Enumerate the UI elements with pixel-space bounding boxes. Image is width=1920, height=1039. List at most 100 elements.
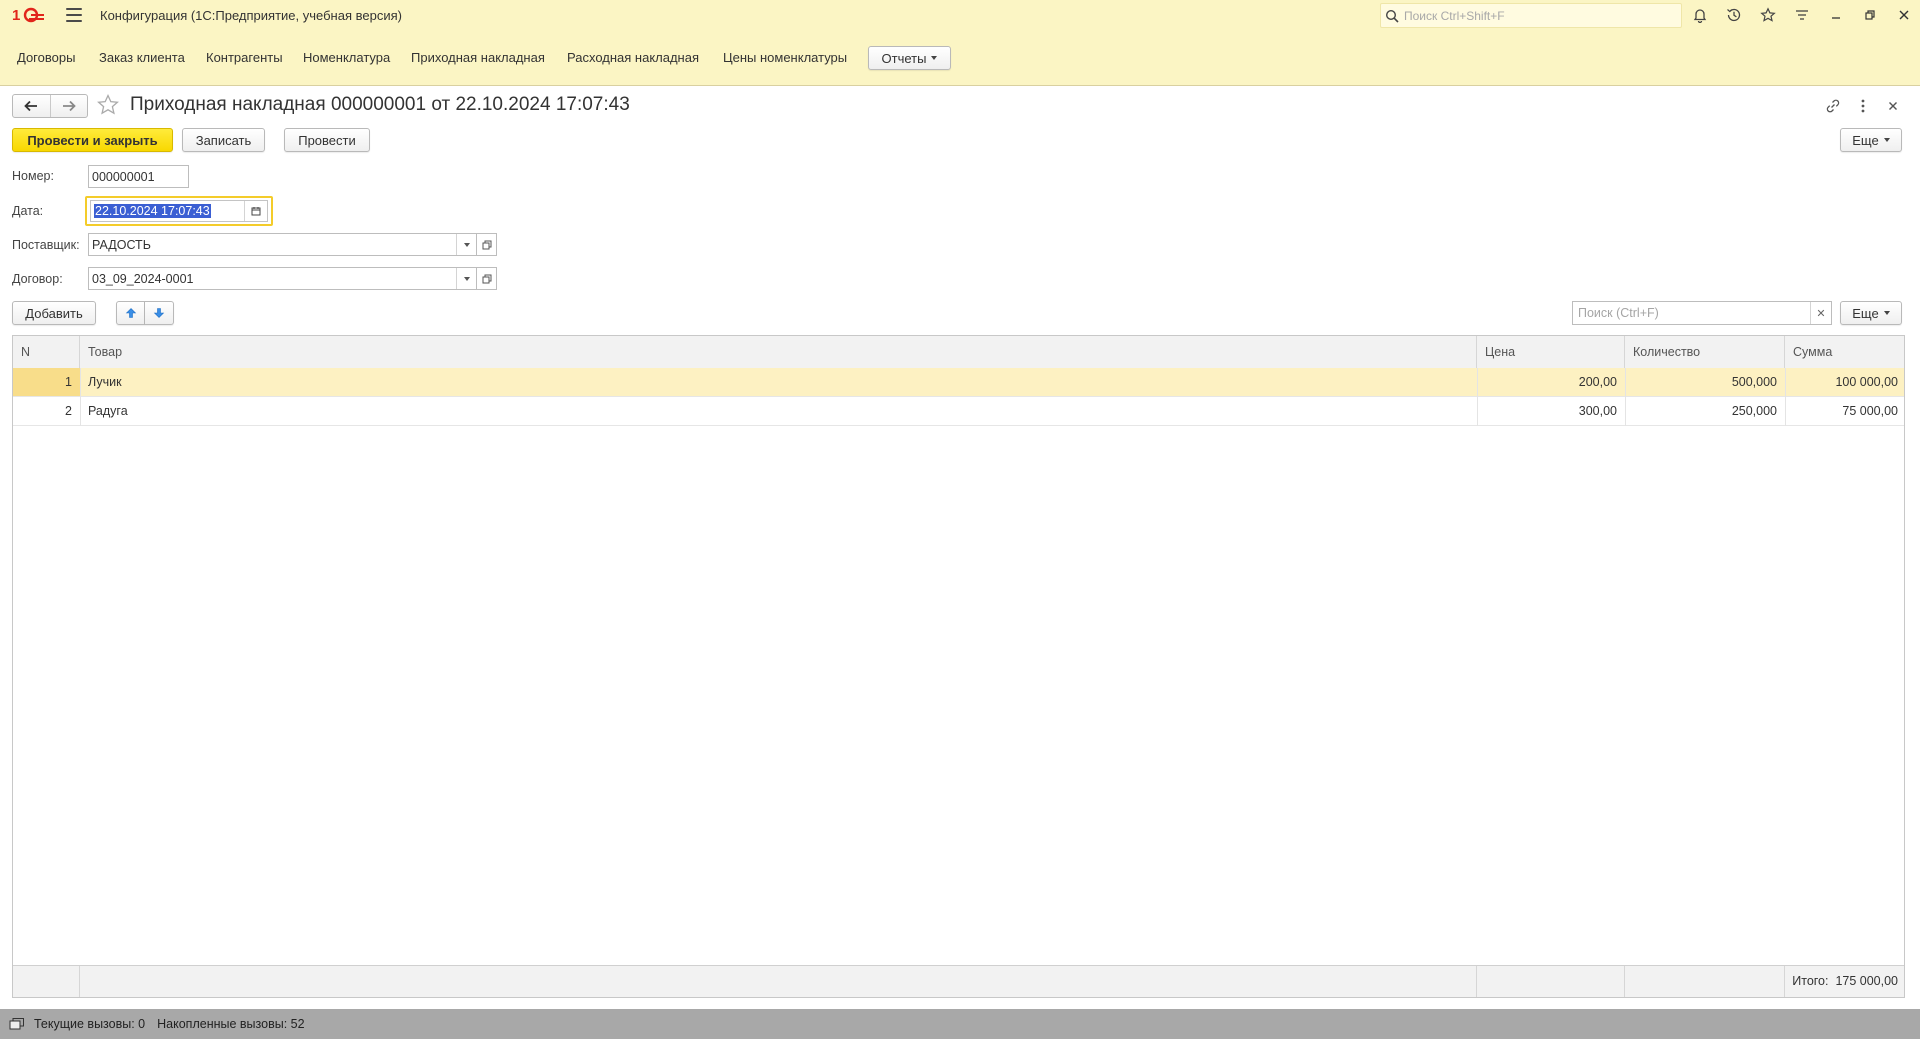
close-form-icon[interactable]: [1884, 97, 1902, 115]
column-header-sum[interactable]: Сумма: [1785, 336, 1904, 368]
minimize-icon[interactable]: [1827, 6, 1845, 24]
row-sum[interactable]: 100 000,00: [1785, 368, 1904, 396]
global-search-input[interactable]: [1402, 7, 1676, 24]
footer-cell: [1625, 966, 1785, 997]
date-label: Дата:: [12, 204, 44, 218]
row-price[interactable]: 200,00: [1477, 368, 1625, 396]
move-down-arrow-icon[interactable]: [145, 301, 174, 325]
goods-table[interactable]: N Товар Цена Количество Сумма 1 Лучик 20…: [12, 335, 1905, 998]
1c-logo[interactable]: 1: [12, 5, 46, 25]
supplier-field[interactable]: РАДОСТЬ: [88, 233, 477, 256]
table-row[interactable]: 2 Радуга 300,00 250,000 75 000,00: [13, 397, 1904, 426]
section-nomenclature-prices[interactable]: Цены номенклатуры: [723, 50, 847, 65]
reports-label: Отчеты: [881, 50, 927, 66]
footer-cell: [1477, 966, 1625, 997]
global-search-box[interactable]: [1380, 3, 1682, 28]
chevron-down-icon: [1883, 311, 1890, 315]
supplier-value: РАДОСТЬ: [92, 237, 151, 252]
current-calls-text: Текущие вызовы: 0: [34, 1017, 146, 1031]
form-more-button[interactable]: Еще: [1840, 128, 1902, 152]
post-and-close-button[interactable]: Провести и закрыть: [12, 128, 173, 152]
column-header-item[interactable]: Товар: [80, 336, 1477, 368]
column-divider: [80, 368, 81, 426]
column-divider: [1625, 368, 1626, 426]
clear-search-icon[interactable]: ✕: [1810, 302, 1831, 324]
contract-label: Договор:: [12, 272, 63, 286]
chevron-down-icon: [931, 56, 938, 60]
search-icon: [1385, 9, 1399, 23]
chevron-down-icon: [1883, 138, 1890, 142]
row-price[interactable]: 300,00: [1477, 397, 1625, 425]
notifications-bell-icon[interactable]: [1691, 6, 1709, 24]
save-button[interactable]: Записать: [182, 128, 265, 152]
row-number: 1: [13, 368, 80, 396]
navigation-buttons: [12, 94, 88, 118]
windows-icon[interactable]: [8, 1015, 26, 1033]
table-more-button[interactable]: Еще: [1840, 301, 1902, 325]
section-client-order[interactable]: Заказ клиента: [99, 50, 185, 65]
footer-cell: [80, 966, 1477, 997]
back-arrow-icon[interactable]: [13, 95, 50, 117]
reports-dropdown-button[interactable]: Отчеты: [868, 46, 951, 70]
column-divider: [1477, 368, 1478, 426]
footer-total: Итого: 175 000,00: [1785, 966, 1904, 997]
main-menu-icon[interactable]: [66, 8, 82, 22]
history-icon[interactable]: [1725, 6, 1743, 24]
contract-value: 03_09_2024-0001: [92, 271, 194, 286]
column-header-n[interactable]: N: [13, 336, 80, 368]
section-outgoing-invoice[interactable]: Расходная накладная: [567, 50, 699, 65]
date-value: 22.10.2024 17:07:43: [94, 204, 211, 218]
title-bar: 1 Конфигурация (1С:Предприятие, учебная …: [0, 0, 1920, 30]
date-field[interactable]: 22.10.2024 17:07:43: [90, 200, 268, 222]
more-actions-vertical-dots-icon[interactable]: [1854, 97, 1872, 115]
document-title: Приходная накладная 000000001 от 22.10.2…: [130, 94, 630, 115]
supplier-open-icon[interactable]: [477, 233, 497, 256]
more-label: Еще: [1852, 132, 1879, 148]
column-header-price[interactable]: Цена: [1477, 336, 1625, 368]
forward-arrow-icon[interactable]: [49, 95, 88, 117]
date-field-focus-frame: 22.10.2024 17:07:43: [85, 196, 273, 226]
post-button[interactable]: Провести: [284, 128, 370, 152]
column-divider: [1785, 368, 1786, 426]
link-icon[interactable]: [1824, 97, 1842, 115]
total-label: Итого:: [1792, 974, 1829, 988]
contract-open-icon[interactable]: [477, 267, 497, 290]
section-counterparties[interactable]: Контрагенты: [206, 50, 283, 65]
row-quantity[interactable]: 250,000: [1625, 397, 1785, 425]
app-title: Конфигурация (1С:Предприятие, учебная ве…: [100, 7, 402, 23]
total-value: 175 000,00: [1835, 974, 1898, 988]
status-bar: Текущие вызовы: 0 Накопленные вызовы: 52: [0, 1009, 1920, 1039]
add-row-button[interactable]: Добавить: [12, 301, 96, 325]
number-label: Номер:: [12, 169, 54, 183]
table-footer: Итого: 175 000,00: [13, 965, 1904, 997]
svg-text:1: 1: [12, 7, 20, 24]
footer-cell: [13, 966, 80, 997]
restore-icon[interactable]: [1861, 6, 1879, 24]
table-row[interactable]: 1 Лучик 200,00 500,000 100 000,00: [13, 368, 1904, 397]
accumulated-calls-text: Накопленные вызовы: 52: [157, 1017, 305, 1031]
move-up-arrow-icon[interactable]: [116, 301, 145, 325]
number-value: 000000001: [92, 169, 155, 184]
close-window-icon[interactable]: [1895, 6, 1913, 24]
row-item[interactable]: Лучик: [80, 368, 1477, 396]
column-header-quantity[interactable]: Количество: [1625, 336, 1785, 368]
settings-menu-icon[interactable]: [1793, 6, 1811, 24]
contract-dropdown-icon[interactable]: [456, 268, 476, 289]
table-search-box[interactable]: ✕: [1572, 301, 1832, 325]
number-field[interactable]: 000000001: [88, 165, 189, 188]
add-to-favorites-star-icon[interactable]: [96, 93, 120, 117]
table-search-input[interactable]: [1576, 305, 1810, 321]
contract-field[interactable]: 03_09_2024-0001: [88, 267, 477, 290]
calendar-icon[interactable]: [244, 201, 267, 221]
row-quantity[interactable]: 500,000: [1625, 368, 1785, 396]
row-item[interactable]: Радуга: [80, 397, 1477, 425]
favorites-star-icon[interactable]: [1759, 6, 1777, 24]
row-sum[interactable]: 75 000,00: [1785, 397, 1904, 425]
supplier-dropdown-icon[interactable]: [456, 234, 476, 255]
section-nomenclature[interactable]: Номенклатура: [303, 50, 390, 65]
section-contracts[interactable]: Договоры: [17, 50, 75, 65]
supplier-label: Поставщик:: [12, 238, 80, 252]
row-number: 2: [65, 404, 72, 418]
section-incoming-invoice[interactable]: Приходная накладная: [411, 50, 545, 65]
table-header: N Товар Цена Количество Сумма: [13, 336, 1904, 369]
